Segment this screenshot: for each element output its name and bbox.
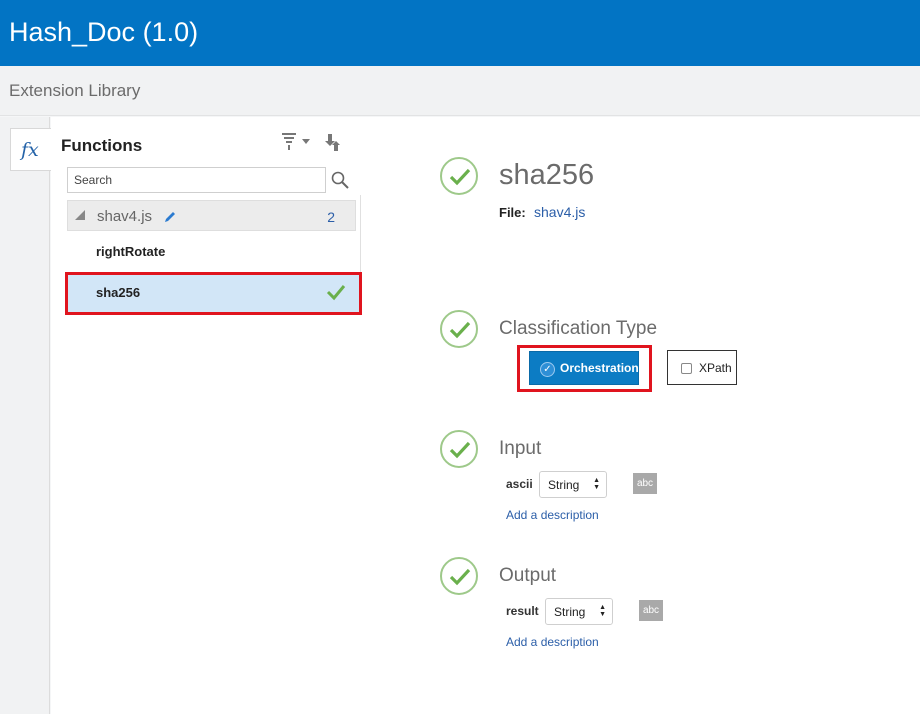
list-item[interactable]: rightRotate: [67, 233, 359, 270]
file-group-row[interactable]: shav4.js 2: [67, 200, 356, 231]
function-count: 2: [327, 209, 335, 225]
search-input[interactable]: [67, 167, 326, 193]
step-complete-icon: [440, 430, 478, 468]
xpath-label: XPath: [699, 361, 732, 375]
functions-panel-title: Functions: [61, 136, 143, 155]
collapse-triangle-icon[interactable]: [75, 210, 85, 220]
app-header: Hash_Doc (1.0): [0, 0, 920, 66]
output-type-value: String: [554, 605, 586, 619]
page-title: Hash_Doc (1.0): [9, 17, 199, 47]
file-group-name: shav4.js: [97, 208, 153, 225]
selection-highlight: [65, 272, 362, 315]
xpath-toggle[interactable]: XPath: [667, 350, 737, 385]
select-arrows-icon: ▲ ▼: [599, 604, 606, 618]
input-param-name: ascii: [506, 477, 533, 491]
download-icon[interactable]: [323, 133, 343, 153]
select-arrows-icon: ▲ ▼: [593, 477, 600, 491]
output-type-select[interactable]: String ▲ ▼: [545, 598, 613, 625]
string-type-badge: abc: [639, 600, 663, 621]
function-title: sha256: [499, 159, 595, 191]
output-title: Output: [499, 565, 557, 586]
step-complete-icon: [440, 157, 478, 195]
output-param-name: result: [506, 604, 539, 618]
check-icon: ✓: [540, 362, 555, 377]
input-add-description-link[interactable]: Add a description: [506, 508, 599, 522]
step-complete-icon: [440, 557, 478, 595]
pencil-icon[interactable]: [164, 210, 176, 222]
string-type-badge: abc: [633, 473, 657, 494]
input-type-value: String: [548, 478, 580, 492]
function-name: rightRotate: [96, 244, 166, 259]
xpath-checkbox[interactable]: [681, 363, 692, 374]
fx-icon: fx: [21, 139, 39, 161]
subheader: Extension Library: [0, 66, 920, 116]
classification-title: Classification Type: [499, 318, 658, 339]
section-breadcrumb[interactable]: Extension Library: [9, 81, 140, 101]
filter-icon[interactable]: [282, 132, 312, 152]
orchestration-label: Orchestration: [560, 361, 639, 375]
output-add-description-link[interactable]: Add a description: [506, 635, 599, 649]
file-label: File:: [499, 205, 526, 220]
tab-functions[interactable]: fx: [10, 128, 51, 171]
file-link[interactable]: shav4.js: [534, 204, 585, 220]
step-complete-icon: [440, 310, 478, 348]
orchestration-toggle[interactable]: ✓ Orchestration: [529, 351, 639, 385]
input-title: Input: [499, 438, 542, 459]
input-type-select[interactable]: String ▲ ▼: [539, 471, 607, 498]
left-rail: [0, 117, 50, 714]
search-icon[interactable]: [330, 170, 350, 190]
